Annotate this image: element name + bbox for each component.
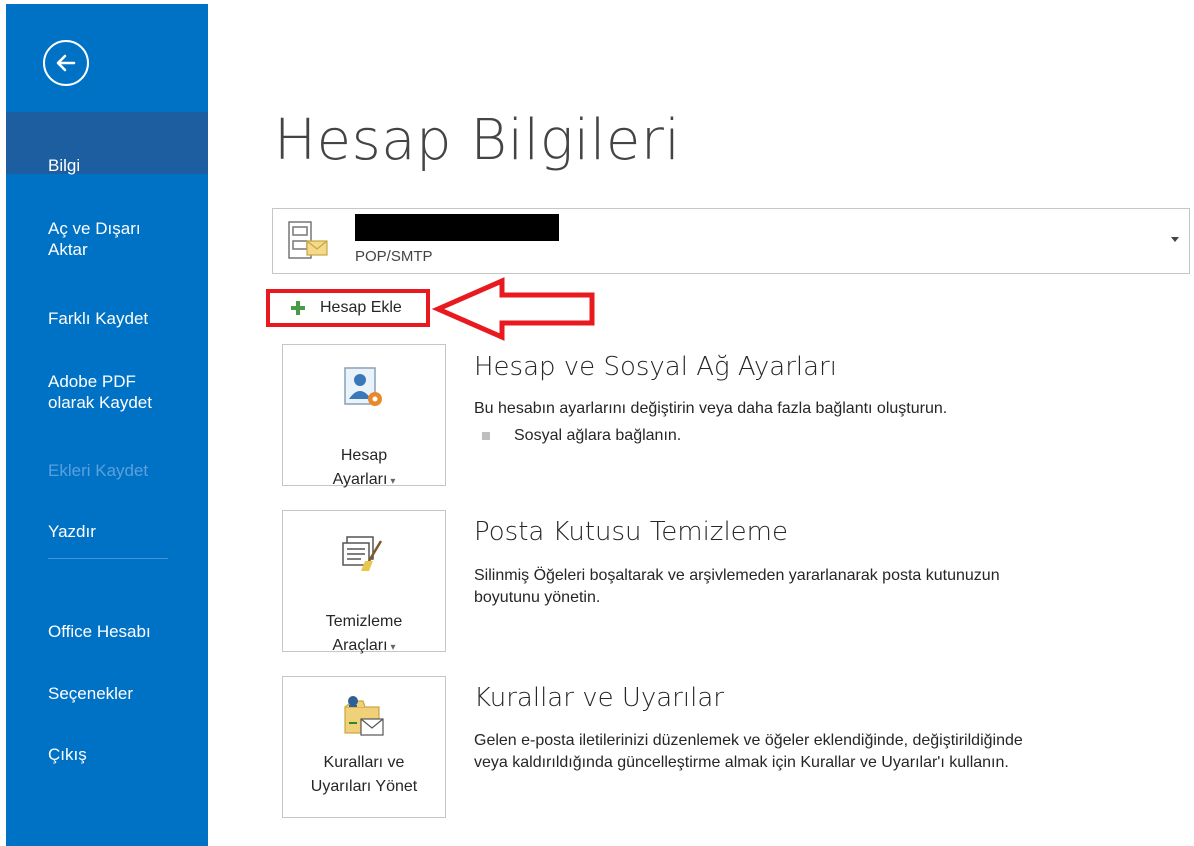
nav-item-adobe-pdf[interactable]: Adobe PDF olarak Kaydet (6, 350, 208, 413)
account-type: POP/SMTP (355, 248, 433, 265)
nav-item-ac-disari-aktar[interactable]: Aç ve Dışarı Aktar (6, 197, 208, 260)
account-name-redacted (355, 214, 559, 241)
chevron-down-icon[interactable] (1171, 237, 1179, 242)
section-heading: Kurallar ve Uyarılar (474, 683, 724, 713)
cleanup-tools-icon (342, 536, 383, 571)
tile-label: Kuralları ve Uyarıları Yönet (310, 754, 418, 795)
nav-item-cikis[interactable]: Çıkış (6, 723, 208, 765)
cleanup-tools-tile[interactable]: Temizleme Araçları ▾ (282, 510, 446, 654)
plus-icon (291, 301, 305, 315)
account-settings-tile[interactable]: Hesap Ayarları ▾ (282, 344, 446, 488)
tile-label: Temizleme Araçları ▾ (325, 613, 403, 654)
section-description: Silinmiş Öğeleri boşaltarak ve arşivleme… (474, 567, 1000, 606)
nav-item-label: Bilgi (48, 156, 81, 175)
section-description: Bu hesabın ayarlarını değiştirin veya da… (474, 400, 948, 417)
rules-alerts-tile[interactable]: Kuralları ve Uyarıları Yönet (282, 676, 446, 818)
section-heading: Hesap ve Sosyal Ağ Ayarları (474, 352, 837, 382)
nav-item-bilgi[interactable]: Bilgi (6, 112, 208, 175)
nav-item-yazdir[interactable]: Yazdır (6, 500, 208, 542)
section-description: Gelen e-posta iletilerinizi düzenlemek v… (474, 732, 1023, 771)
nav-divider (48, 558, 168, 559)
nav-item-label: Ekleri Kaydet (48, 461, 149, 480)
account-selector[interactable]: POP/SMTP (272, 208, 1190, 274)
nav-item-label: Farklı Kaydet (48, 309, 149, 328)
nav-item-label: Seçenekler (48, 684, 134, 703)
nav-item-farkli-kaydet[interactable]: Farklı Kaydet (6, 287, 208, 329)
nav-item-label: Aç ve Dışarı Aktar (48, 219, 141, 259)
nav-item-office-hesabi[interactable]: Office Hesabı (6, 600, 208, 642)
rules-alerts-icon (344, 696, 384, 736)
add-account-button[interactable]: Hesap Ekle (266, 289, 430, 327)
highlight-arrow (432, 277, 595, 341)
account-icon (288, 221, 328, 259)
nav-item-label: Adobe PDF olarak Kaydet (48, 372, 152, 412)
account-settings-icon (344, 367, 382, 406)
add-account-label: Hesap Ekle (320, 299, 402, 316)
bullet-icon (482, 432, 490, 440)
section-heading: Posta Kutusu Temizleme (474, 517, 788, 547)
nav-item-label: Yazdır (48, 522, 96, 541)
back-button[interactable] (43, 40, 89, 86)
nav-item-label: Office Hesabı (48, 622, 151, 641)
nav-item-ekleri-kaydet: Ekleri Kaydet (6, 439, 208, 481)
backstage-sidebar: Bilgi Aç ve Dışarı Aktar Farklı Kaydet A… (6, 4, 208, 846)
social-network-link[interactable]: Sosyal ağlara bağlanın. (514, 427, 681, 445)
page-title: Hesap Bilgileri (274, 108, 681, 173)
nav-item-secenekler[interactable]: Seçenekler (6, 662, 208, 704)
nav-item-label: Çıkış (48, 745, 87, 764)
back-arrow-icon (56, 54, 76, 72)
tile-label: Hesap Ayarları ▾ (332, 447, 396, 488)
